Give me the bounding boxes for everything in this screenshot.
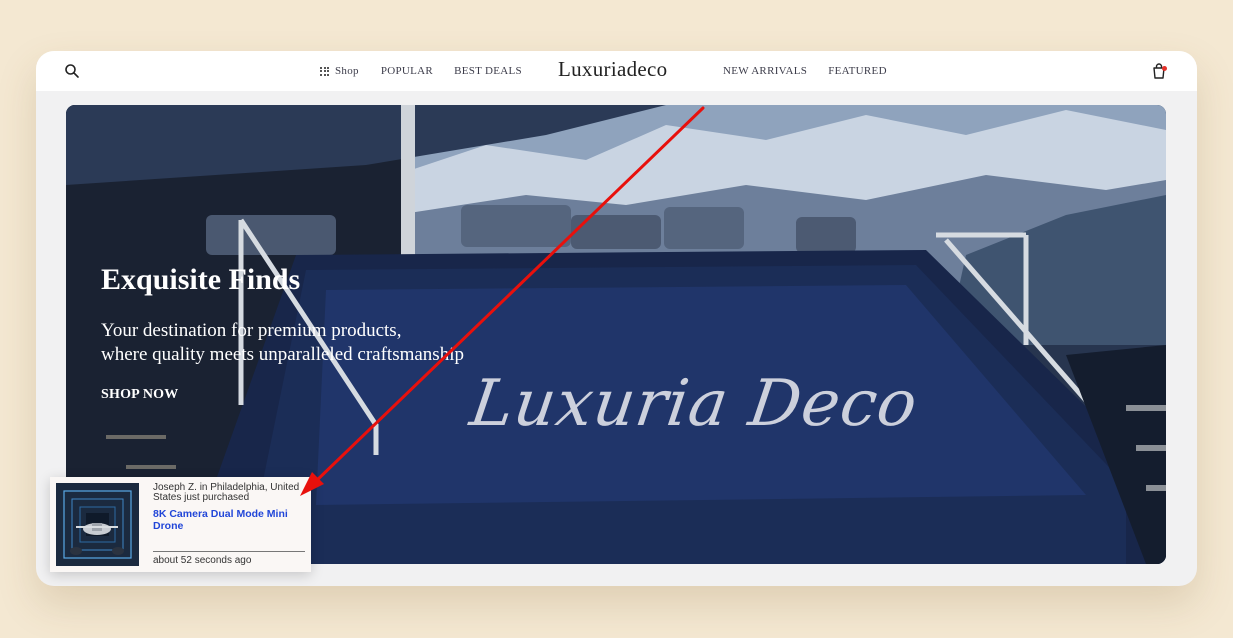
purchaser-text: Joseph Z. in Philadelphia, United States…: [153, 482, 300, 503]
purchased-product-link[interactable]: 8K Camera Dual Mode Mini Drone: [153, 508, 303, 532]
hero-subtitle-line-2: where quality meets unparalleled craftsm…: [101, 344, 464, 365]
nav-new-arrivals[interactable]: NEW ARRIVALS: [723, 65, 807, 77]
nav-shop[interactable]: Shop: [320, 65, 359, 77]
nav-featured[interactable]: FEATURED: [828, 65, 887, 77]
toast-divider: [153, 551, 305, 552]
site-logo[interactable]: Luxuriadeco: [558, 57, 667, 82]
nav-shop-label: Shop: [335, 65, 359, 77]
hero-subtitle-line-1: Your destination for premium products,: [101, 320, 402, 341]
nav-popular[interactable]: POPULAR: [381, 65, 433, 77]
top-navigation: Shop POPULAR BEST DEALS Luxuriadeco NEW …: [36, 51, 1197, 91]
nav-best-deals[interactable]: BEST DEALS: [454, 65, 522, 77]
cart-badge-dot: [1162, 66, 1167, 71]
hero-logo-script: Luxuria Deco: [465, 367, 923, 441]
hero-subtitle: Your destination for premium products, w…: [101, 319, 521, 367]
shopping-bag-icon[interactable]: [1150, 62, 1168, 80]
purchase-time: about 52 seconds ago: [153, 555, 252, 566]
drone-product-thumbnail[interactable]: [56, 483, 139, 566]
search-icon[interactable]: [64, 63, 80, 79]
hero-title: Exquisite Finds: [101, 263, 301, 296]
purchase-notification[interactable]: Joseph Z. in Philadelphia, United States…: [50, 477, 311, 572]
shop-now-link[interactable]: SHOP NOW: [101, 387, 178, 403]
grid-menu-icon: [320, 66, 329, 76]
